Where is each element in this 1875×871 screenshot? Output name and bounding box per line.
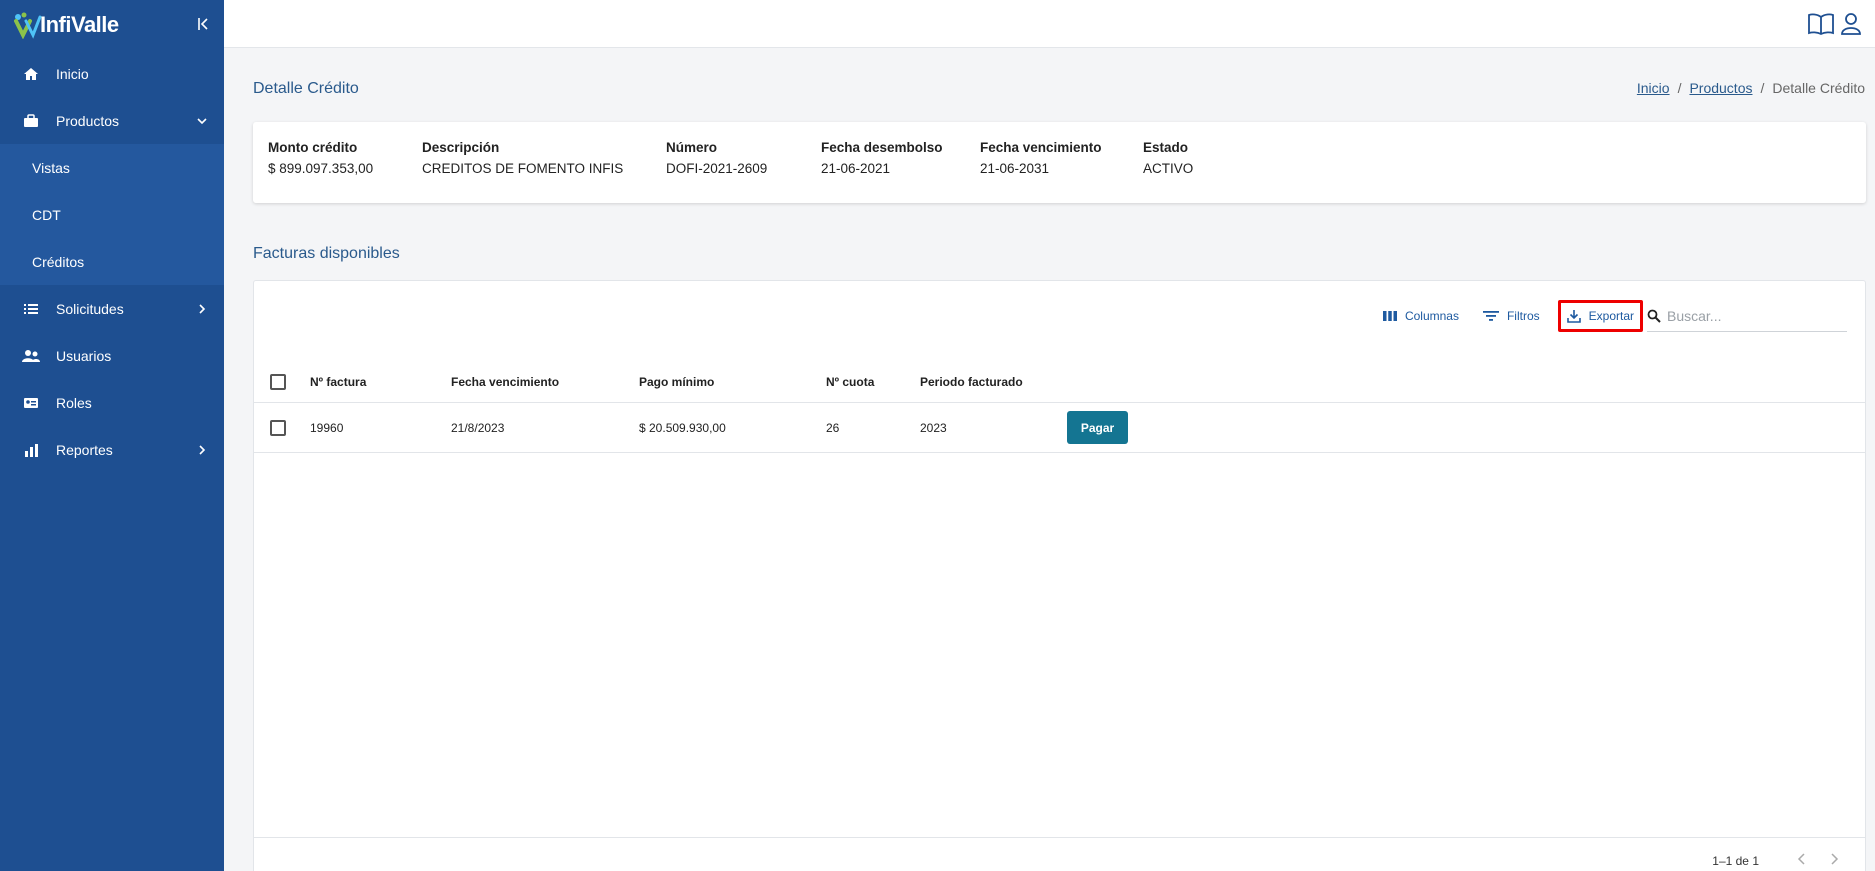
filter-icon bbox=[1482, 311, 1499, 321]
briefcase-icon bbox=[22, 113, 40, 129]
summary-value: 21-06-2021 bbox=[821, 161, 891, 176]
filters-button[interactable]: Filtros bbox=[1477, 300, 1546, 332]
cell-period: 2023 bbox=[920, 420, 947, 435]
breadcrumb-separator: / bbox=[1760, 80, 1765, 96]
summary-value: 21-06-2031 bbox=[980, 161, 1050, 176]
sidebar-item-vistas[interactable]: Vistas bbox=[0, 144, 224, 191]
sidebar-item-creditos[interactable]: Créditos bbox=[0, 238, 224, 285]
summary-label: Descripción bbox=[422, 140, 500, 155]
table-header: Nº factura Fecha vencimiento Pago mínimo… bbox=[254, 361, 1865, 403]
collapse-sidebar-icon[interactable] bbox=[196, 16, 210, 32]
cell-invoice: 19960 bbox=[310, 420, 344, 435]
sidebar-item-productos[interactable]: Productos bbox=[0, 97, 224, 144]
cell-due-date: 21/8/2023 bbox=[451, 420, 505, 435]
bar-chart-icon bbox=[22, 442, 40, 458]
download-icon bbox=[1566, 310, 1581, 323]
column-header[interactable]: Fecha vencimiento bbox=[451, 361, 559, 402]
column-header[interactable]: Nº factura bbox=[310, 361, 366, 402]
column-header[interactable]: Pago mínimo bbox=[639, 361, 714, 402]
pay-button[interactable]: Pagar bbox=[1067, 411, 1128, 444]
credit-summary-card: Monto crédito $ 899.097.353,00 Descripci… bbox=[253, 122, 1866, 203]
table-footer: 1–1 de 1 bbox=[254, 837, 1865, 871]
sidebar-item-solicitudes[interactable]: Solicitudes bbox=[0, 285, 224, 332]
next-page-icon[interactable] bbox=[1827, 852, 1841, 866]
search-field bbox=[1647, 300, 1847, 332]
invoices-table-card: Columnas Filtros Exportar Nº factura Fec… bbox=[253, 280, 1866, 871]
row-checkbox[interactable] bbox=[270, 419, 286, 436]
users-icon bbox=[22, 348, 40, 364]
columns-icon bbox=[1382, 311, 1397, 321]
id-card-icon bbox=[22, 395, 40, 411]
search-input[interactable] bbox=[1667, 307, 1837, 324]
breadcrumb-separator: / bbox=[1677, 80, 1682, 96]
sidebar-item-label: Roles bbox=[56, 394, 92, 411]
select-all-cell bbox=[270, 361, 286, 402]
sidebar-item-cdt[interactable]: CDT bbox=[0, 191, 224, 238]
row-select-cell bbox=[270, 403, 286, 452]
summary-label: Estado bbox=[1143, 140, 1189, 155]
home-icon bbox=[22, 66, 40, 82]
user-icon[interactable] bbox=[1840, 12, 1866, 36]
summary-label: Número bbox=[666, 140, 718, 155]
sidebar-item-label: Reportes bbox=[56, 441, 113, 458]
search-icon bbox=[1647, 309, 1661, 323]
prev-page-icon[interactable] bbox=[1795, 852, 1809, 866]
cell-min-payment: $ 20.509.930,00 bbox=[639, 420, 726, 435]
sidebar-nav: Inicio Productos Vistas CDT Créditos Sol… bbox=[0, 50, 224, 473]
list-icon bbox=[22, 301, 40, 317]
sidebar-item-reportes[interactable]: Reportes bbox=[0, 426, 224, 473]
sidebar-item-label: Usuarios bbox=[56, 347, 112, 364]
page-title: Detalle Crédito bbox=[253, 80, 359, 97]
chevron-down-icon bbox=[197, 117, 207, 124]
invoices-section-title: Facturas disponibles bbox=[253, 245, 400, 262]
breadcrumb-current: Detalle Crédito bbox=[1772, 80, 1865, 96]
breadcrumb: Inicio / Productos / Detalle Crédito bbox=[1637, 80, 1865, 96]
columns-button[interactable]: Columnas bbox=[1377, 300, 1465, 332]
summary-value: CREDITOS DE FOMENTO INFIS bbox=[422, 161, 624, 176]
chevron-right-icon bbox=[199, 303, 206, 314]
select-all-checkbox[interactable] bbox=[270, 373, 286, 390]
columns-label: Columnas bbox=[1404, 309, 1459, 323]
summary-numero: Número DOFI-2021-2609 bbox=[666, 140, 767, 176]
productos-submenu: Vistas CDT Créditos bbox=[0, 144, 224, 285]
book-icon[interactable] bbox=[1808, 12, 1834, 36]
summary-fecha-vencimiento: Fecha vencimiento 21-06-2031 bbox=[980, 140, 1102, 176]
pagination-text: 1–1 de 1 bbox=[1712, 854, 1759, 868]
summary-value: DOFI-2021-2609 bbox=[666, 161, 768, 176]
logo-mark-icon bbox=[14, 12, 42, 39]
logo-text: InfiValle bbox=[40, 12, 119, 37]
summary-label: Fecha vencimiento bbox=[980, 140, 1102, 155]
sidebar-item-label: Inicio bbox=[56, 65, 89, 82]
cell-installment: 26 bbox=[826, 420, 840, 435]
sidebar-item-usuarios[interactable]: Usuarios bbox=[0, 332, 224, 379]
breadcrumb-productos[interactable]: Productos bbox=[1689, 80, 1752, 96]
column-header[interactable]: Nº cuota bbox=[826, 361, 874, 402]
cell-action: Pagar bbox=[1067, 403, 1128, 452]
summary-label: Fecha desembolso bbox=[821, 140, 943, 155]
table-toolbar: Columnas Filtros Exportar bbox=[1377, 299, 1865, 333]
export-button[interactable]: Exportar bbox=[1557, 300, 1643, 332]
table-row: 19960 21/8/2023 $ 20.509.930,00 26 2023 … bbox=[254, 403, 1865, 453]
summary-estado: Estado ACTIVO bbox=[1143, 140, 1193, 176]
sidebar-item-inicio[interactable]: Inicio bbox=[0, 50, 224, 97]
summary-monto: Monto crédito $ 899.097.353,00 bbox=[268, 140, 373, 176]
export-label: Exportar bbox=[1588, 309, 1634, 323]
summary-label: Monto crédito bbox=[268, 140, 358, 155]
summary-value: $ 899.097.353,00 bbox=[268, 161, 374, 176]
sidebar: InfiValle Inicio Productos Vistas CDT Cr… bbox=[0, 0, 224, 871]
breadcrumb-inicio[interactable]: Inicio bbox=[1637, 80, 1670, 96]
infivalle-logo[interactable]: InfiValle bbox=[12, 10, 119, 40]
column-header[interactable]: Periodo facturado bbox=[920, 361, 1023, 402]
sidebar-item-label: Solicitudes bbox=[56, 300, 124, 317]
summary-descripcion: Descripción CREDITOS DE FOMENTO INFIS bbox=[422, 140, 623, 176]
topbar bbox=[224, 0, 1875, 48]
filters-label: Filtros bbox=[1506, 309, 1540, 323]
chevron-right-icon bbox=[199, 444, 206, 455]
summary-value: ACTIVO bbox=[1143, 161, 1194, 176]
sidebar-item-roles[interactable]: Roles bbox=[0, 379, 224, 426]
sidebar-item-label: Productos bbox=[56, 112, 120, 129]
summary-fecha-desembolso: Fecha desembolso 21-06-2021 bbox=[821, 140, 943, 176]
